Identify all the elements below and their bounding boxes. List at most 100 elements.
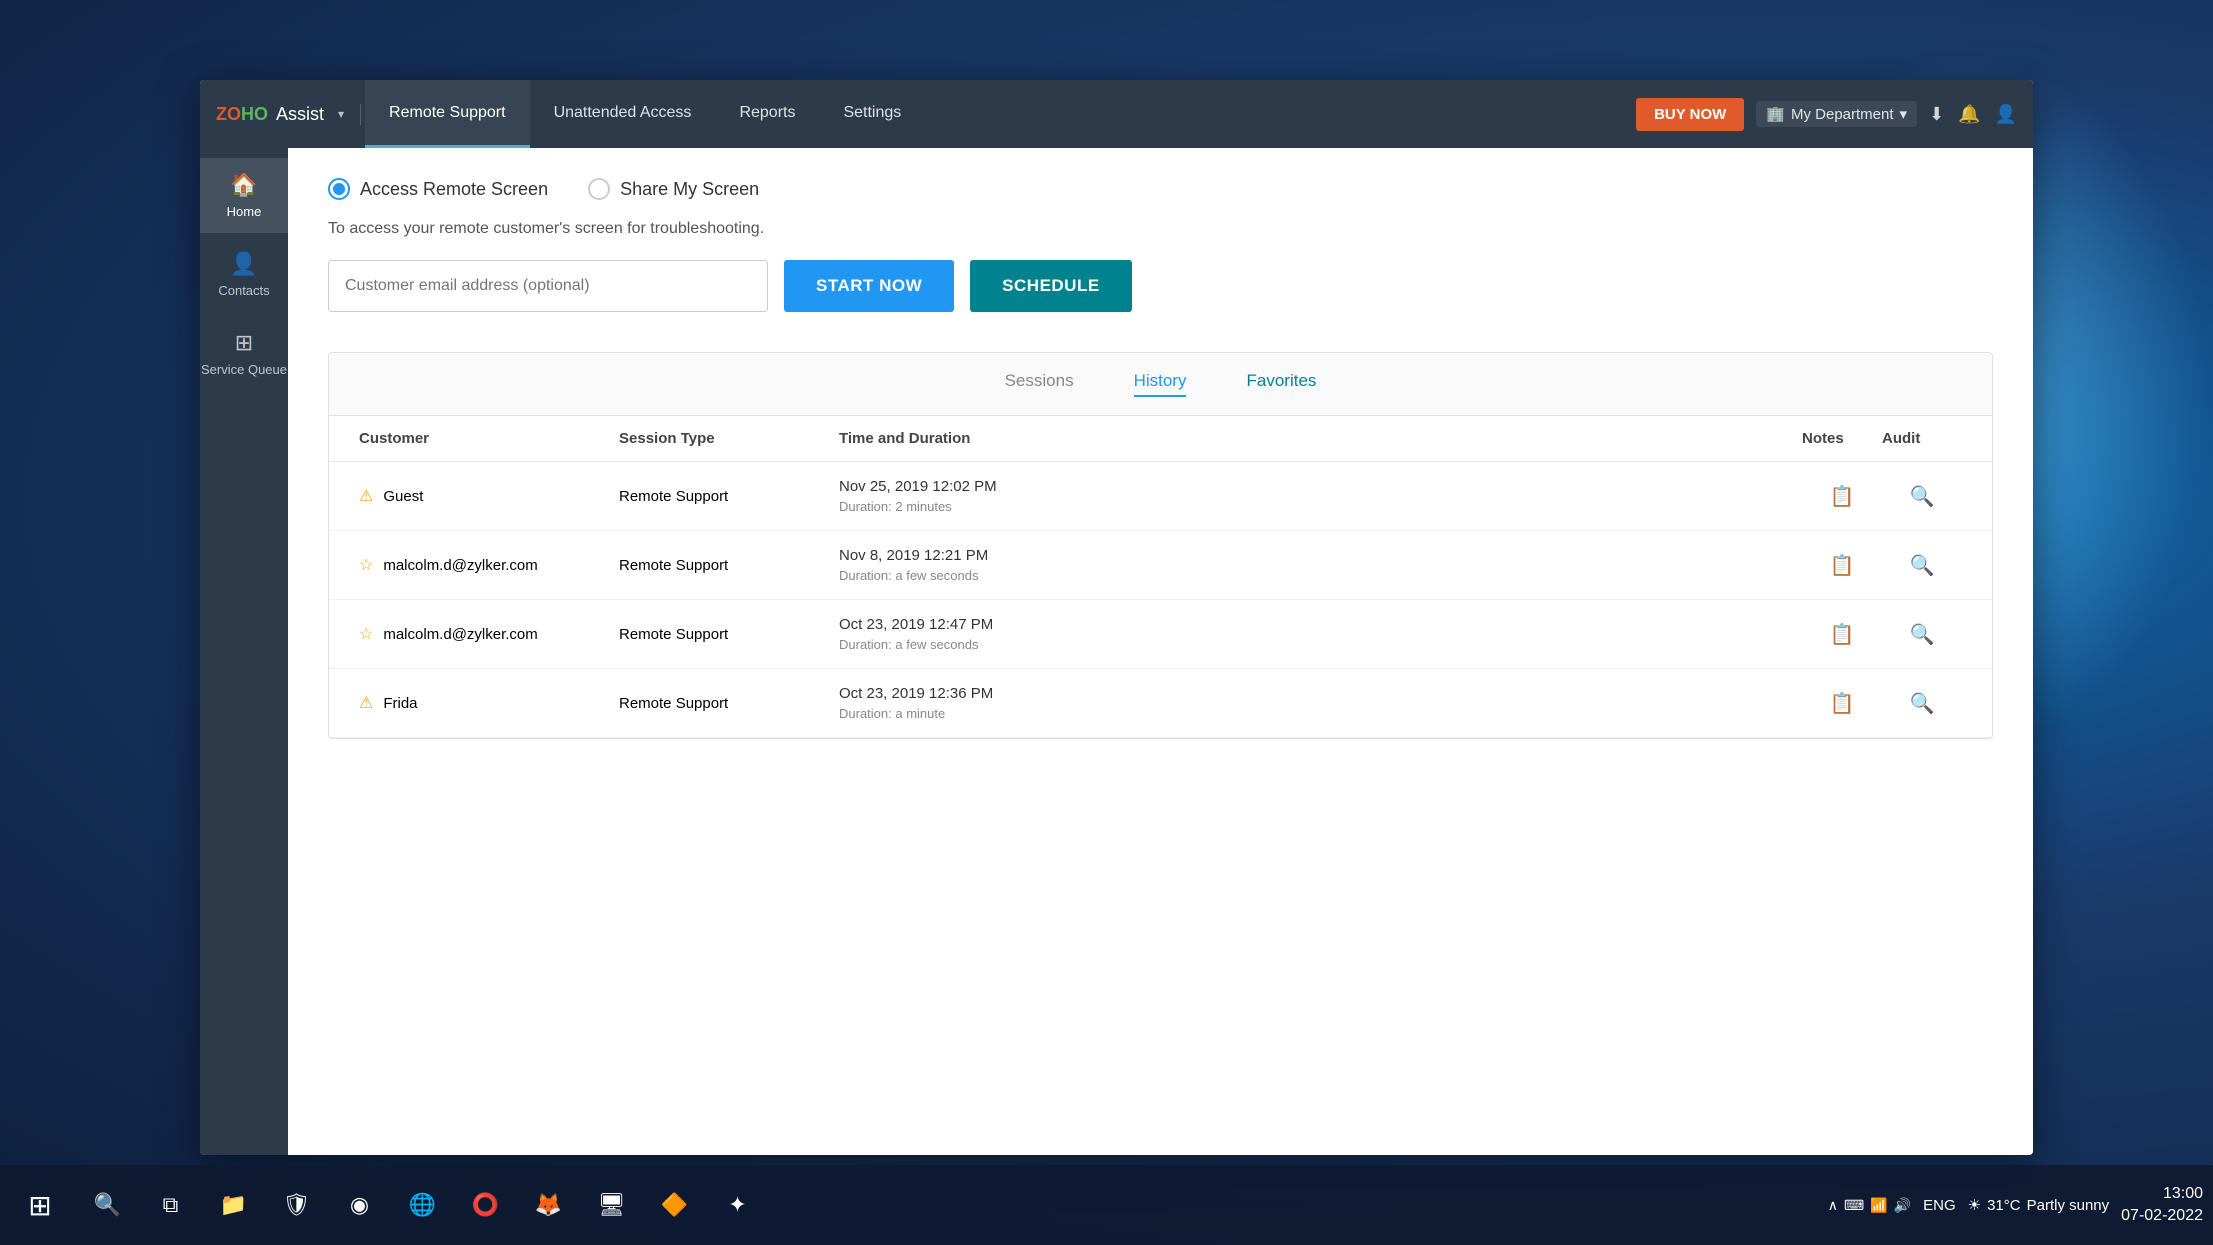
taskbar-time-display: 13:00 xyxy=(2121,1183,2203,1205)
taskbar-app2[interactable]: ✦ xyxy=(710,1178,765,1233)
sidebar-item-home[interactable]: 🏠 Home xyxy=(200,158,288,233)
taskbar-opera[interactable]: ⭕ xyxy=(458,1178,513,1233)
sidebar-item-contacts[interactable]: 👤 Contacts xyxy=(200,237,288,312)
audit-icon-1[interactable]: 🔍 xyxy=(1882,484,1962,509)
start-button[interactable]: ⊞ xyxy=(10,1175,70,1235)
warning-icon-1: ⚠ xyxy=(359,486,373,506)
audit-icon-3[interactable]: 🔍 xyxy=(1882,622,1962,647)
taskbar-chrome[interactable]: ◉ xyxy=(332,1178,387,1233)
tab-favorites[interactable]: Favorites xyxy=(1246,371,1316,397)
app-window: ZOHO Assist ▾ Remote Support Unattended … xyxy=(200,80,2033,1155)
customer-cell-4: ⚠ Frida xyxy=(359,693,619,713)
chevron-up-icon[interactable]: ∧ xyxy=(1828,1197,1838,1214)
customer-cell-3: ☆ malcolm.d@zylker.com xyxy=(359,624,619,644)
radio-share-screen-circle[interactable] xyxy=(588,178,610,200)
radio-access-remote[interactable]: Access Remote Screen xyxy=(328,178,548,200)
time-cell-3: Oct 23, 2019 12:47 PM Duration: a few se… xyxy=(839,616,1802,652)
taskbar-weather: ☀ 31°C Partly sunny xyxy=(1968,1196,2110,1214)
col-session-type: Session Type xyxy=(619,430,839,447)
table-header: Customer Session Type Time and Duration … xyxy=(329,416,1992,462)
nav-item-unattended-access[interactable]: Unattended Access xyxy=(530,80,716,148)
taskbar-date-display: 07-02-2022 xyxy=(2121,1205,2203,1227)
app-body: 🏠 Home 👤 Contacts ⊞ Service Queue Access… xyxy=(200,148,2033,1155)
nav-bar: ZOHO Assist ▾ Remote Support Unattended … xyxy=(200,80,2033,148)
notes-icon-1[interactable]: 📋 xyxy=(1802,484,1882,509)
dept-icon: 🏢 xyxy=(1766,105,1785,123)
action-row: START NOW SCHEDULE xyxy=(328,260,1993,312)
tabs-section: Sessions History Favorites Customer Sess… xyxy=(328,352,1993,739)
table-row: ☆ malcolm.d@zylker.com Remote Support Oc… xyxy=(329,600,1992,669)
taskbar-brave[interactable]: 🛡 xyxy=(269,1178,324,1233)
taskbar-vlc[interactable]: 🔶 xyxy=(647,1178,702,1233)
user-icon[interactable]: 👤 xyxy=(1995,104,2017,125)
home-icon: 🏠 xyxy=(230,172,257,198)
audit-icon-2[interactable]: 🔍 xyxy=(1882,553,1962,578)
table-row: ☆ malcolm.d@zylker.com Remote Support No… xyxy=(329,531,1992,600)
schedule-button[interactable]: SCHEDULE xyxy=(970,260,1132,312)
star-icon-2: ☆ xyxy=(359,555,373,575)
taskbar-firefox[interactable]: 🦊 xyxy=(521,1178,576,1233)
customer-cell-1: ⚠ Guest xyxy=(359,486,619,506)
logo-ho: HO xyxy=(241,104,268,124)
app-dropdown-arrow[interactable]: ▾ xyxy=(338,107,344,121)
col-time-duration: Time and Duration xyxy=(839,430,1802,447)
sidebar: 🏠 Home 👤 Contacts ⊞ Service Queue xyxy=(200,148,288,1155)
dept-dropdown-icon: ▾ xyxy=(1900,105,1908,123)
time-cell-4: Oct 23, 2019 12:36 PM Duration: a minute xyxy=(839,685,1802,721)
nav-items: Remote Support Unattended Access Reports… xyxy=(365,80,1636,148)
buy-now-button[interactable]: BUY NOW xyxy=(1636,98,1744,131)
taskbar-task-view[interactable]: ⧉ xyxy=(143,1178,198,1233)
nav-item-settings[interactable]: Settings xyxy=(819,80,925,148)
nav-right-icons: ⬇ 🔔 👤 xyxy=(1929,104,2017,125)
star-icon-3: ☆ xyxy=(359,624,373,644)
col-customer: Customer xyxy=(359,430,619,447)
taskbar-app1[interactable]: 🖥 xyxy=(584,1178,639,1233)
start-now-button[interactable]: START NOW xyxy=(784,260,954,312)
taskbar-search[interactable]: 🔍 xyxy=(80,1178,135,1233)
network-icon: 📶 xyxy=(1870,1197,1887,1214)
radio-section: Access Remote Screen Share My Screen xyxy=(328,178,1993,200)
customer-cell-2: ☆ malcolm.d@zylker.com xyxy=(359,555,619,575)
logo-zo: ZO xyxy=(216,104,241,124)
notes-icon-3[interactable]: 📋 xyxy=(1802,622,1882,647)
app-logo: ZOHO Assist ▾ xyxy=(216,104,361,125)
zoho-logo-text: ZOHO xyxy=(216,104,268,125)
notes-icon-2[interactable]: 📋 xyxy=(1802,553,1882,578)
notification-icon[interactable]: 🔔 xyxy=(1958,104,1980,125)
col-notes: Notes xyxy=(1802,430,1882,447)
service-queue-icon: ⊞ xyxy=(235,330,253,356)
warning-icon-4: ⚠ xyxy=(359,693,373,713)
tab-history[interactable]: History xyxy=(1134,371,1187,397)
taskbar-edge[interactable]: 🌐 xyxy=(395,1178,450,1233)
table-row: ⚠ Frida Remote Support Oct 23, 2019 12:3… xyxy=(329,669,1992,738)
tab-sessions[interactable]: Sessions xyxy=(1005,371,1074,397)
department-selector[interactable]: 🏢 My Department ▾ xyxy=(1756,101,1917,127)
taskbar-system-icons: ∧ ⌨ 📶 🔊 xyxy=(1828,1197,1911,1214)
radio-share-screen[interactable]: Share My Screen xyxy=(588,178,759,200)
col-audit: Audit xyxy=(1882,430,1962,447)
taskbar-clock: 13:00 07-02-2022 xyxy=(2121,1183,2203,1228)
taskbar-icons: 🔍 ⧉ 📁 🛡 ◉ 🌐 ⭕ 🦊 🖥 🔶 ✦ xyxy=(80,1178,765,1233)
taskbar-right: ∧ ⌨ 📶 🔊 ENG ☀ 31°C Partly sunny 13:00 07… xyxy=(1828,1183,2203,1228)
email-input[interactable] xyxy=(328,260,768,312)
sidebar-item-service-queue[interactable]: ⊞ Service Queue xyxy=(200,316,288,391)
nav-right: BUY NOW 🏢 My Department ▾ ⬇ 🔔 👤 xyxy=(1636,98,2017,131)
audit-icon-4[interactable]: 🔍 xyxy=(1882,691,1962,716)
table-row: ⚠ Guest Remote Support Nov 25, 2019 12:0… xyxy=(329,462,1992,531)
nav-item-reports[interactable]: Reports xyxy=(715,80,819,148)
contacts-icon: 👤 xyxy=(230,251,257,277)
description-text: To access your remote customer's screen … xyxy=(328,220,1993,238)
tabs-header: Sessions History Favorites xyxy=(329,353,1992,416)
radio-access-remote-circle[interactable] xyxy=(328,178,350,200)
taskbar-explorer[interactable]: 📁 xyxy=(206,1178,261,1233)
keyboard-icon: ⌨ xyxy=(1844,1197,1864,1214)
taskbar-language: ENG xyxy=(1923,1197,1956,1214)
download-icon[interactable]: ⬇ xyxy=(1929,104,1944,125)
nav-item-remote-support[interactable]: Remote Support xyxy=(365,80,530,148)
main-content: Access Remote Screen Share My Screen To … xyxy=(288,148,2033,1155)
time-cell-1: Nov 25, 2019 12:02 PM Duration: 2 minute… xyxy=(839,478,1802,514)
volume-icon: 🔊 xyxy=(1894,1197,1911,1214)
assist-label: Assist xyxy=(276,104,324,125)
weather-icon: ☀ xyxy=(1968,1196,1981,1214)
notes-icon-4[interactable]: 📋 xyxy=(1802,691,1882,716)
